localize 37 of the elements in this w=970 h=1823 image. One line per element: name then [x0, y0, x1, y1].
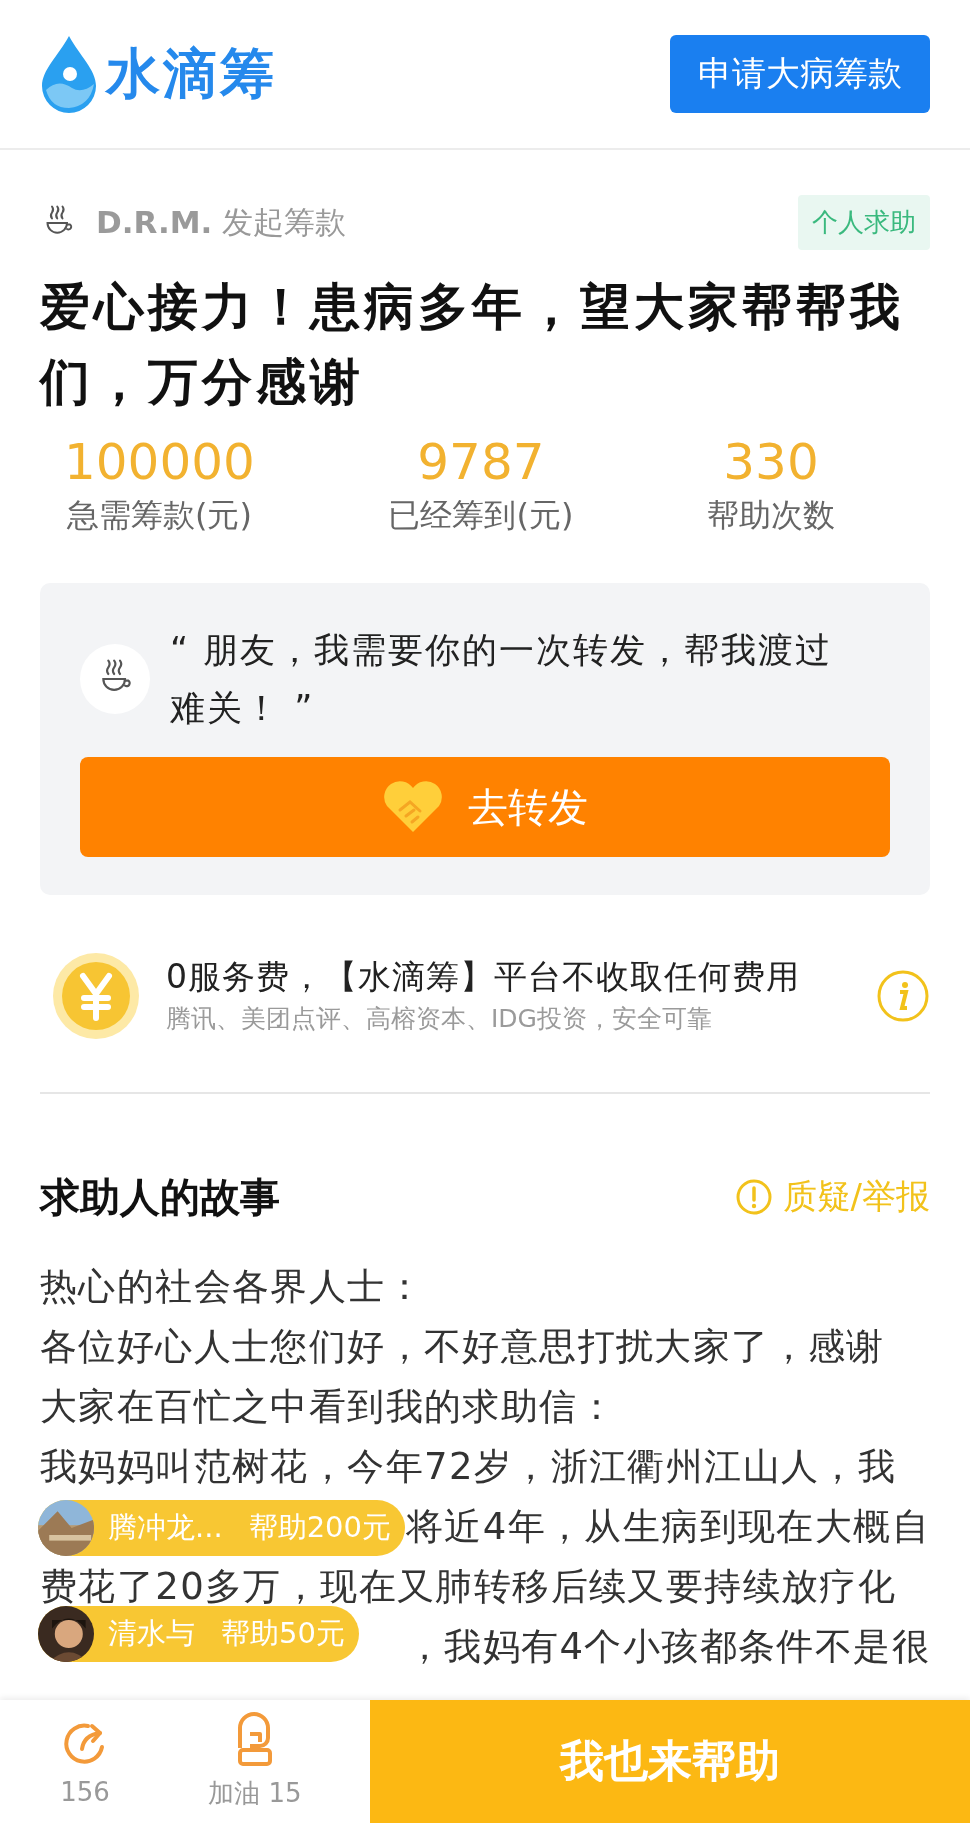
story-text: ，我妈有4个小孩都条件不是很: [405, 1625, 930, 1668]
stat-value: 100000: [64, 435, 255, 490]
stat-label: 已经筹到(元): [388, 495, 574, 536]
warning-icon: [734, 1178, 773, 1216]
yuan-coin-icon: [50, 950, 142, 1042]
apply-button[interactable]: 申请大病筹款: [670, 35, 930, 113]
fee-notice-title: 0服务费，【水滴筹】平台不收取任何费用: [166, 955, 801, 998]
campaign-title: 爱心接力！患病多年，望大家帮帮我们，万分感谢: [40, 277, 905, 413]
logo-text: 水滴筹: [106, 40, 277, 107]
donor-name: 清水与: [108, 1615, 195, 1652]
share-quote: “ 朋友，我需要你的一次转发，帮我渡过难关！ ”: [170, 629, 834, 730]
fee-notice-subtitle: 腾讯、美团点评、高榕资本、IDG投资，安全可靠: [166, 1002, 713, 1035]
share-button[interactable]: 去转发: [80, 757, 890, 857]
story-text: 大家在百忙之中看到我的求助信：: [40, 1385, 616, 1428]
stat-label: 帮助次数: [707, 495, 835, 536]
cheer-button[interactable]: 加油 15: [170, 1700, 340, 1823]
info-icon[interactable]: [876, 969, 930, 1023]
creator-name: D.R.M.: [96, 203, 213, 240]
stat-value: 9787: [417, 435, 545, 490]
story-heading: 求助人的故事: [40, 1173, 280, 1222]
stat-value: 330: [723, 435, 819, 490]
story-text: 热心的社会各界人士：: [40, 1265, 424, 1308]
story-text: 费花了20多万，现在又肺转移后续又要持续放疗化: [40, 1565, 897, 1608]
help-button[interactable]: 我也来帮助: [370, 1700, 970, 1823]
category-tag: 个人求助: [798, 195, 930, 250]
story-text: 我妈妈叫范树花，今年72岁，浙江衢州江山人，我: [40, 1445, 897, 1488]
report-link[interactable]: 质疑/举报: [734, 1174, 930, 1220]
water-drop-logo-icon: [40, 34, 98, 114]
creator-action: 发起筹款: [222, 203, 347, 240]
donation-amount: 帮助200元: [248, 1509, 391, 1546]
stat-label: 急需筹款(元): [66, 495, 252, 536]
story-text: 将近4年，从生病到现在大概自: [405, 1505, 930, 1548]
donor-name: 腾冲龙...: [108, 1509, 223, 1546]
heart-handshake-icon: [382, 780, 444, 834]
share-count-button[interactable]: 156: [0, 1700, 170, 1823]
donation-amount: 帮助50元: [221, 1615, 345, 1652]
story-text: 各位好心人士您们好，不好意思打扰大家了，感谢: [40, 1325, 885, 1368]
